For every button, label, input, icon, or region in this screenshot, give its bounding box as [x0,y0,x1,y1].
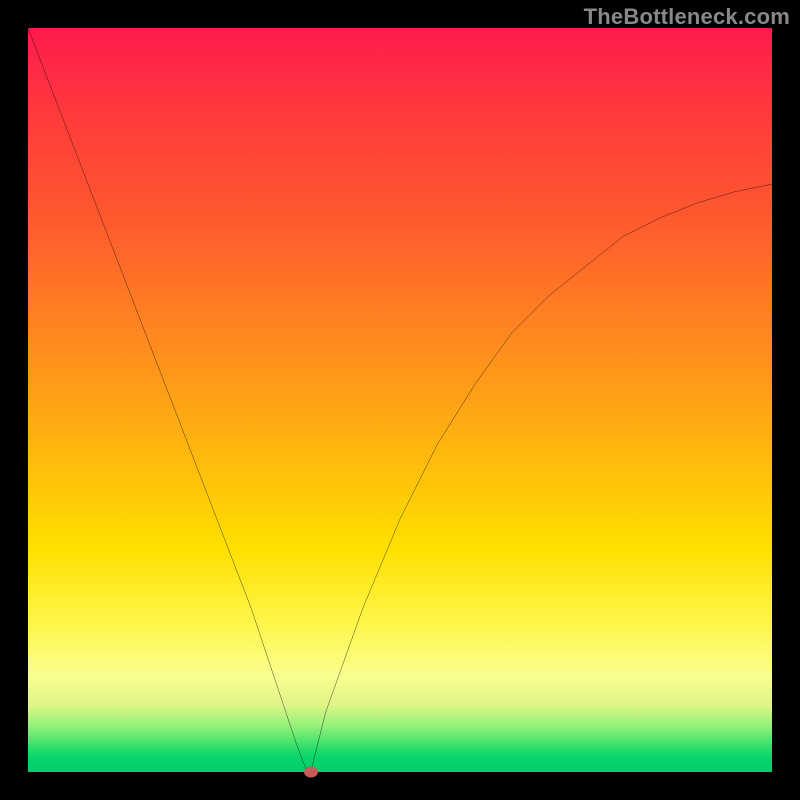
plot-area [28,28,772,772]
watermark-text: TheBottleneck.com [584,4,790,30]
figure: TheBottleneck.com [0,0,800,800]
curve-layer [28,28,772,772]
bottleneck-curve [28,28,772,772]
optimum-marker [304,767,318,778]
